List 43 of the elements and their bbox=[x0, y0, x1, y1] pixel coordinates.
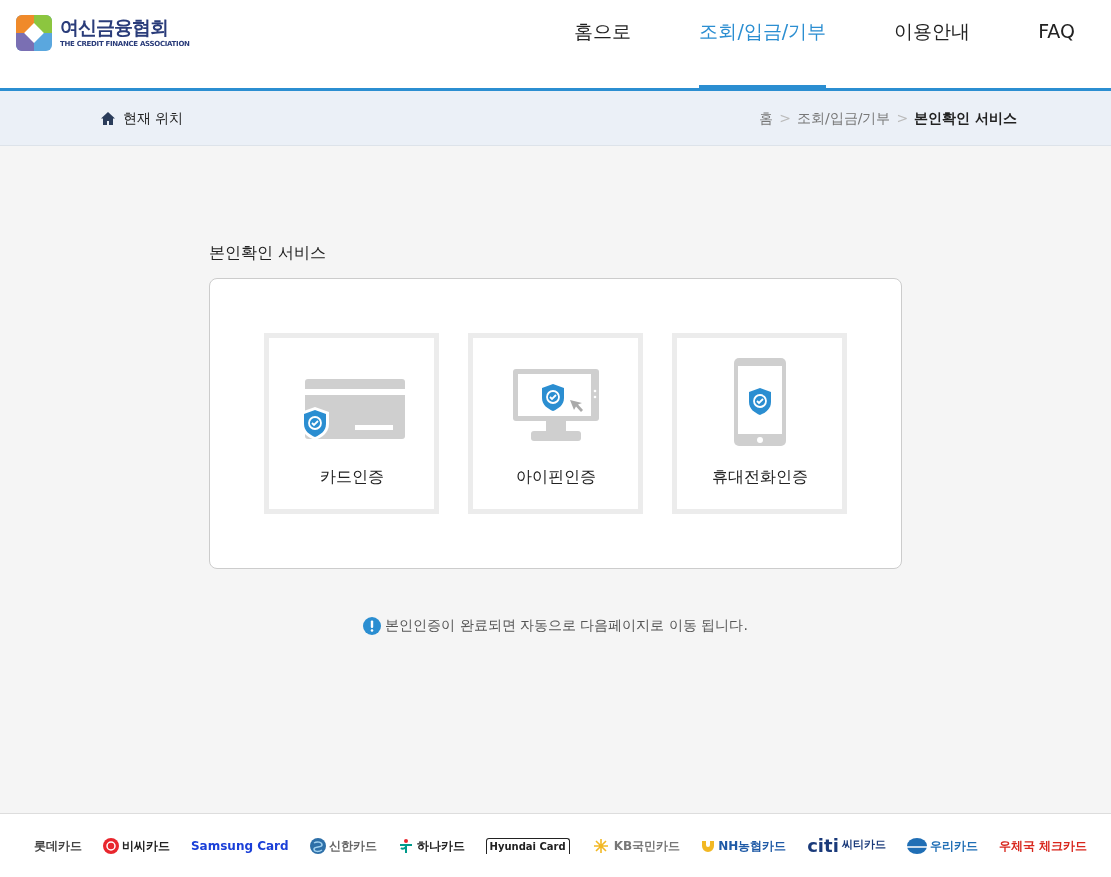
breadcrumb-link[interactable]: 본인확인 서비스 bbox=[914, 107, 1017, 129]
card-company-link[interactable]: 우체국 체크카드 bbox=[998, 836, 1087, 855]
company-logo-text: citi bbox=[807, 834, 839, 858]
company-logo-text: KB국민카드 bbox=[613, 837, 681, 855]
breadcrumb-link[interactable]: 홈 bbox=[759, 107, 774, 129]
breadcrumb-link[interactable]: 조회/입금/기부 bbox=[796, 107, 891, 129]
company-logo-text: 신한카드 bbox=[328, 837, 377, 855]
company-mark-icon bbox=[309, 837, 326, 854]
card-company-logo[interactable]: 신한카드 bbox=[309, 836, 377, 855]
card-company-logo[interactable]: NH농협카드 bbox=[701, 836, 787, 855]
section-title: 본인확인 서비스 bbox=[209, 242, 328, 264]
nav-tab[interactable]: 홈으로 bbox=[574, 0, 632, 88]
location-label: 현재 위치 bbox=[123, 108, 184, 128]
card-company-link[interactable]: Samsung Card bbox=[190, 836, 289, 855]
card-company-link[interactable]: Hyundai Card bbox=[485, 837, 570, 854]
breadcrumb-separator: > bbox=[779, 108, 791, 128]
logo-icon bbox=[16, 15, 52, 51]
company-logo-text: 비씨카드 bbox=[122, 837, 170, 855]
company-mark-icon bbox=[103, 837, 119, 854]
notice-text: 본인인증이 완료되면 자동으로 다음페이지로 이동 됩니다. bbox=[385, 616, 748, 635]
card-company-logo[interactable]: KB국민카드 bbox=[590, 836, 681, 855]
company-logo-text: NH농협카드 bbox=[718, 837, 787, 855]
company-logo-text: 하나카드 bbox=[416, 837, 465, 855]
auth-option-button[interactable]: 휴대전화인증 bbox=[672, 333, 847, 514]
nav-tab[interactable]: 조회/입금/기부 bbox=[699, 0, 827, 88]
company-logo-text: 씨티카드 bbox=[841, 837, 886, 854]
company-logo-text: 우리카드 bbox=[929, 837, 978, 855]
nav-tab[interactable]: 이용안내 bbox=[894, 0, 971, 88]
nav-tab[interactable]: FAQ bbox=[1038, 0, 1075, 88]
exclamation-icon bbox=[363, 616, 382, 635]
company-mark-icon bbox=[906, 837, 927, 854]
card-company-logo[interactable]: 비씨카드 bbox=[103, 836, 170, 855]
card-company-logo[interactable]: 하나카드 bbox=[397, 836, 465, 855]
auth-option-button[interactable]: 아이핀인증 bbox=[468, 333, 643, 514]
logo-name: 여신금융협회 bbox=[60, 18, 169, 37]
company-mark-icon bbox=[701, 838, 716, 853]
breadcrumb-separator: > bbox=[896, 108, 909, 128]
company-mark-icon bbox=[397, 837, 414, 854]
smartphone-icon bbox=[732, 357, 787, 447]
card-company-link[interactable]: 롯데카드 bbox=[34, 836, 82, 855]
auth-option-button[interactable]: 카드인증 bbox=[264, 333, 439, 514]
home-icon bbox=[101, 111, 115, 125]
card-company-logo[interactable]: 우리카드 bbox=[906, 836, 978, 855]
